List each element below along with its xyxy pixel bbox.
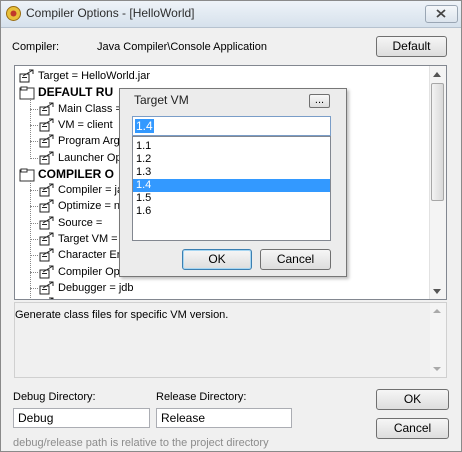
property-icon — [39, 151, 54, 165]
tree-item[interactable]: Optimize = n — [39, 198, 120, 214]
tree-connector — [30, 222, 38, 224]
scroll-thumb[interactable] — [431, 83, 444, 201]
target-vm-input[interactable]: 1.4 — [132, 116, 331, 136]
tree-connector — [30, 108, 38, 110]
tree-item[interactable]: Compiler Opt — [39, 264, 123, 280]
path-hint: debug/release path is relative to the pr… — [13, 437, 269, 449]
browse-button[interactable]: ... — [309, 94, 330, 108]
tree-connector — [30, 141, 38, 143]
vm-option[interactable]: 1.6 — [133, 205, 330, 218]
folder-icon — [19, 168, 35, 182]
tree-section-heading[interactable]: DEFAULT RU — [19, 84, 113, 100]
tree-connector — [30, 271, 38, 273]
property-icon — [49, 297, 54, 299]
property-icon — [39, 102, 54, 116]
tree-item-label: Program Arg — [58, 135, 120, 148]
tree-connector — [30, 124, 38, 126]
description-scrollbar[interactable] — [430, 303, 446, 377]
property-icon — [19, 69, 34, 83]
debug-directory-input[interactable]: Debug — [13, 408, 150, 428]
tree-item-label: Launcher Op — [58, 151, 122, 164]
tree-connector — [30, 255, 38, 257]
tree-connector — [30, 98, 31, 158]
property-icon — [39, 134, 54, 148]
tree-item-label: Debugger = jdb — [58, 281, 134, 294]
tree-item-label: Source = — [58, 216, 103, 229]
tree-item[interactable]: Main Class = — [39, 101, 122, 117]
tree-item-label: Target = HelloWorld.jar — [38, 70, 150, 82]
vm-option[interactable]: 1.4 — [133, 179, 330, 192]
cancel-button[interactable]: Cancel — [376, 418, 449, 439]
tree-item-label: Compiler Opt — [58, 265, 123, 278]
release-directory-input[interactable]: Release — [156, 408, 292, 428]
tree-item-label: JAR Options = cvfm — [58, 298, 156, 299]
tree-item-label: Compiler = ja — [58, 184, 124, 197]
debug-directory-label: Debug Directory: — [13, 391, 96, 403]
compiler-label: Compiler: — [12, 41, 60, 53]
tree-item-label: DEFAULT RU — [38, 85, 114, 100]
property-icon — [39, 183, 54, 197]
vm-option[interactable]: 1.5 — [133, 192, 330, 205]
close-icon — [436, 9, 446, 18]
property-icon — [39, 232, 54, 246]
tree-item[interactable]: JAR Options = cvfm — [39, 296, 156, 299]
tree-item[interactable]: Character En — [39, 247, 123, 263]
tree-item-label: Main Class = — [58, 102, 122, 115]
default-button[interactable]: Default — [376, 36, 447, 57]
property-icon — [39, 118, 54, 132]
popup-cancel-button[interactable]: Cancel — [260, 249, 331, 270]
tree-connector — [30, 179, 31, 299]
vm-option[interactable]: 1.3 — [133, 166, 330, 179]
tree-item-label: Character En — [58, 249, 123, 262]
tree-item-label: Optimize = n — [58, 200, 121, 213]
tree-connector — [30, 157, 38, 159]
release-directory-label: Release Directory: — [156, 391, 247, 403]
tree-item[interactable]: Source = — [39, 215, 102, 231]
description-panel: Generate class files for specific VM ver… — [14, 302, 447, 378]
tree-item[interactable]: Debugger = jdb — [39, 280, 134, 296]
tree-connector — [30, 190, 38, 192]
ok-button[interactable]: OK — [376, 389, 449, 410]
tree-connector — [30, 287, 38, 289]
property-icon — [39, 265, 54, 279]
tree-item[interactable]: VM = client — [39, 117, 113, 133]
tree-connector — [30, 239, 38, 240]
property-icon — [39, 248, 54, 262]
scroll-down-icon[interactable] — [433, 289, 441, 294]
tree-item[interactable]: Program Arg — [39, 133, 120, 149]
target-vm-popup: Target VM ... 1.4 1.1 1.2 1.3 1.4 1.5 1.6 OK … — [119, 88, 347, 277]
close-button[interactable] — [425, 5, 458, 23]
title-bar: Compiler Options - [HelloWorld] — [1, 1, 461, 28]
tree-item[interactable]: Target VM = — [39, 231, 118, 247]
vm-option[interactable]: 1.2 — [133, 153, 330, 166]
vm-option[interactable]: 1.1 — [133, 140, 330, 153]
target-vm-list[interactable]: 1.1 1.2 1.3 1.4 1.5 1.6 — [132, 136, 331, 241]
property-icon — [39, 281, 54, 295]
compiler-value: Java Compiler\Console Application — [97, 41, 267, 53]
scroll-down-icon[interactable] — [433, 367, 441, 371]
target-vm-input-value: 1.4 — [135, 119, 154, 133]
property-icon — [39, 216, 54, 230]
scroll-up-icon[interactable] — [433, 309, 441, 313]
tree-scrollbar[interactable] — [429, 66, 446, 299]
tree-connector — [30, 206, 38, 208]
tree-item-label: VM = client — [58, 118, 113, 131]
popup-title: Target VM — [134, 93, 189, 107]
tree-item-label: Target VM = — [58, 233, 118, 245]
window-title: Compiler Options - [HelloWorld] — [26, 6, 195, 20]
compiler-options-window: Compiler Options - [HelloWorld] Compiler… — [0, 0, 462, 452]
tree-item[interactable]: Compiler = ja — [39, 182, 123, 198]
property-icon — [39, 199, 54, 213]
tree-section-heading[interactable]: COMPILER O — [19, 166, 114, 182]
description-text: Generate class files for specific VM ver… — [15, 309, 229, 321]
scroll-up-icon[interactable] — [433, 72, 441, 77]
popup-ok-button[interactable]: OK — [182, 249, 252, 270]
folder-icon — [19, 86, 35, 100]
app-icon — [6, 6, 21, 21]
tree-item[interactable]: Target = HelloWorld.jar — [19, 68, 150, 84]
tree-item[interactable]: Launcher Op — [39, 150, 122, 166]
tree-item-label: COMPILER O — [38, 166, 115, 181]
